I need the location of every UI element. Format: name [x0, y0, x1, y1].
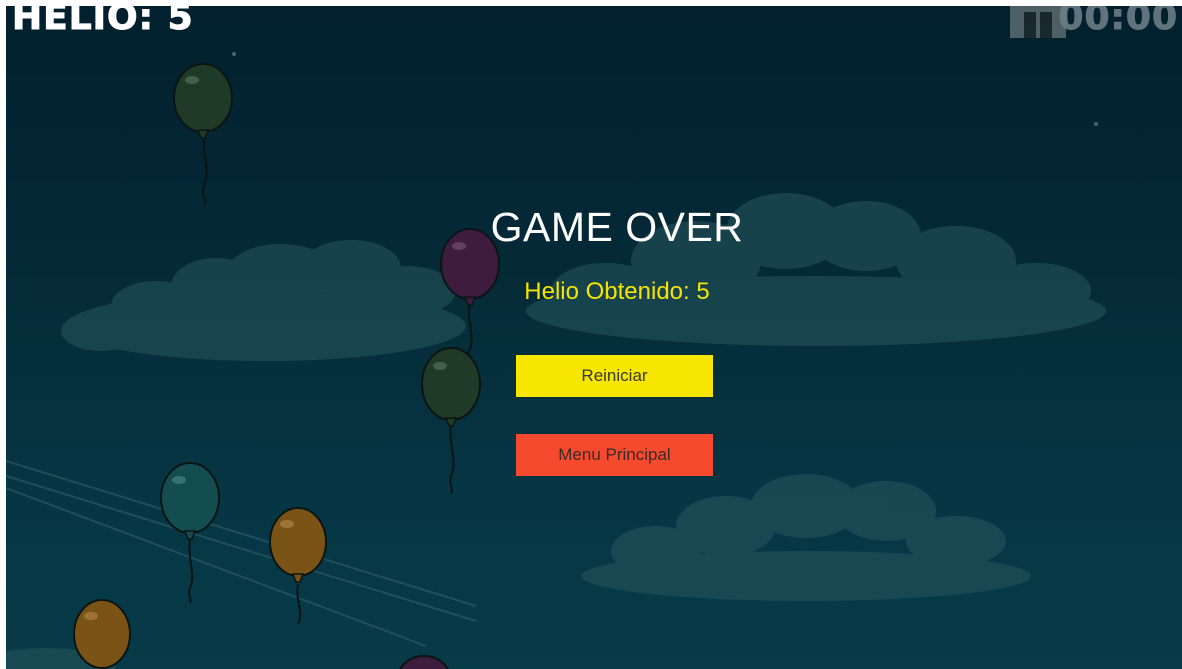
main-menu-button[interactable]: Menu Principal [516, 434, 713, 476]
star [232, 52, 236, 56]
restart-button[interactable]: Reiniciar [516, 355, 713, 397]
game-background [6, 52, 1106, 669]
balloon-orange-bottom[interactable] [73, 599, 131, 669]
balloon-orange-left[interactable] [269, 507, 327, 625]
helio-counter: HELIO: 5 [12, 6, 194, 38]
balloon-dark-green-top[interactable] [173, 63, 233, 207]
star [1094, 122, 1098, 126]
cloud-bottom [581, 474, 1031, 601]
balloon-teal-left[interactable] [160, 462, 220, 604]
game-over-title: GAME OVER [490, 204, 744, 250]
balloon-purple-bottom[interactable] [398, 655, 450, 669]
balloon-dark-green-center[interactable] [421, 347, 481, 495]
pause-icon [1024, 12, 1036, 38]
helio-score-text: Helio Obtenido: 5 [524, 278, 710, 305]
game-viewport: HELIO: 5 00:00 GAME OVER Helio Obtenido:… [6, 6, 1182, 669]
timer-display: 00:00 [1058, 6, 1178, 38]
